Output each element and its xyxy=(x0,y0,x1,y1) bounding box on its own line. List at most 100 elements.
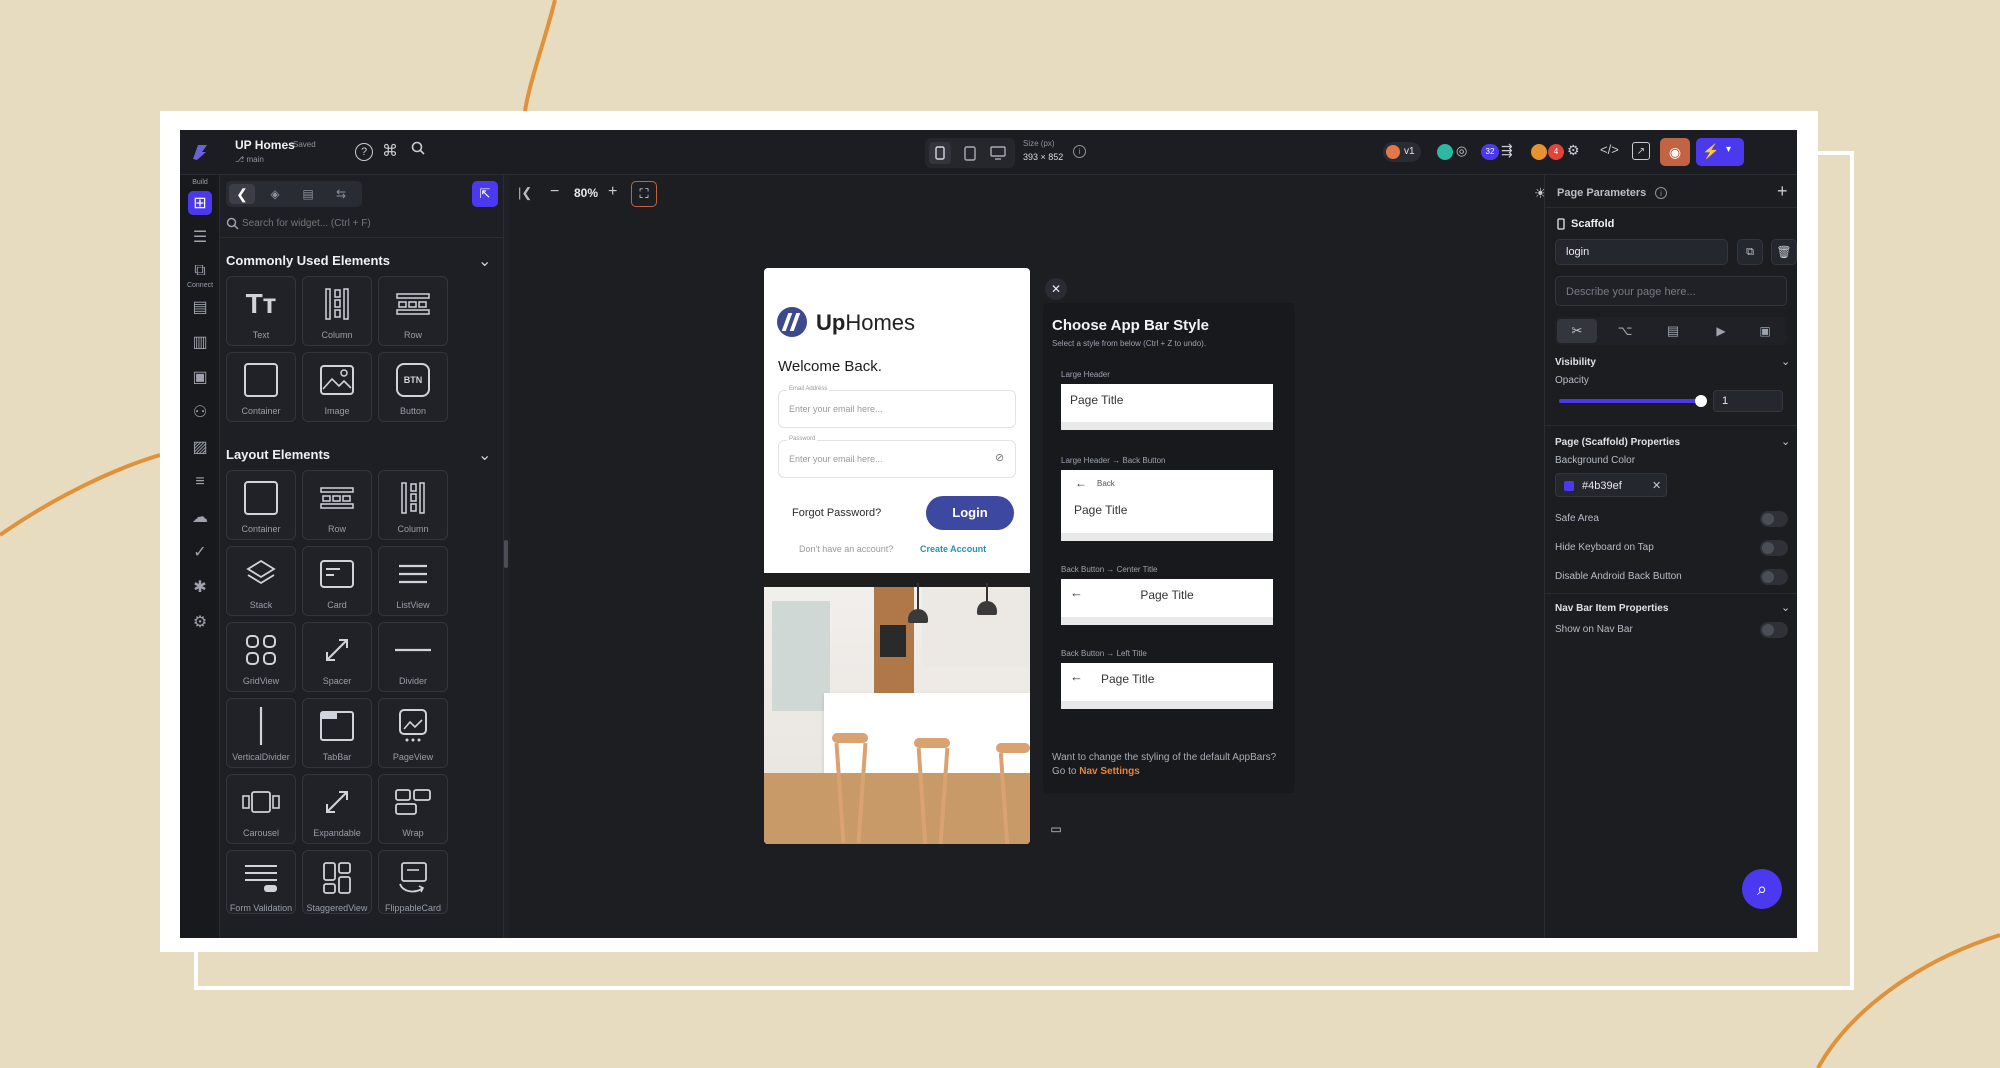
custom-code-icon[interactable]: ⚇ xyxy=(188,400,212,424)
email-field[interactable]: Email Address Enter your email here... xyxy=(778,386,1016,428)
agent-icon[interactable]: ✱ xyxy=(188,575,212,599)
ai-assistant-icon[interactable]: ⌕ xyxy=(1742,869,1782,909)
widget-tile-row[interactable]: Row xyxy=(302,470,372,540)
opacity-value-field[interactable]: 1 xyxy=(1713,390,1783,412)
widget-tile-stack[interactable]: Stack xyxy=(226,546,296,616)
info-icon[interactable]: i xyxy=(1655,187,1667,199)
help-icon[interactable]: ? xyxy=(355,143,373,161)
add-parameter-icon[interactable]: + xyxy=(1777,181,1788,202)
search-icon[interactable] xyxy=(411,141,425,155)
media-assets-icon[interactable]: ▨ xyxy=(188,435,212,459)
preview-device-icon[interactable]: ▭ xyxy=(1046,820,1066,838)
bug-icon[interactable]: ⚙ xyxy=(1567,142,1580,159)
zoom-level[interactable]: 80% xyxy=(574,186,598,200)
widget-tile-form-validation[interactable]: Form Validation xyxy=(226,850,296,914)
templates-icon[interactable]: ▤ xyxy=(296,184,320,204)
storyboard-icon[interactable]: ⧉ xyxy=(188,259,212,283)
phone-device-icon[interactable] xyxy=(929,142,951,164)
docs-tab-icon[interactable]: ▣ xyxy=(1745,319,1785,343)
open-external-icon[interactable]: ↗ xyxy=(1632,142,1650,160)
login-button[interactable]: Login xyxy=(926,496,1014,530)
app-state-icon[interactable]: ▣ xyxy=(188,365,212,389)
opacity-slider[interactable] xyxy=(1559,395,1707,407)
appbar-option-large-header[interactable]: Page Title xyxy=(1061,384,1273,430)
page-description-field[interactable]: Describe your page here... xyxy=(1555,276,1787,306)
appbar-option-large-header-back[interactable]: ← Back Page Title xyxy=(1061,470,1273,541)
widget-tile-wrap[interactable]: Wrap xyxy=(378,774,448,844)
run-button[interactable]: ⚡ ▾ xyxy=(1696,138,1744,166)
widget-tile-carousel[interactable]: Carousel xyxy=(226,774,296,844)
password-field[interactable]: Password Enter your email here... ⊘ xyxy=(778,436,1016,478)
widget-tile-spacer[interactable]: Spacer xyxy=(302,622,372,692)
chat-icon[interactable]: ◎ xyxy=(1456,143,1467,159)
check-status-icon[interactable] xyxy=(1437,144,1453,160)
properties-tab-icon[interactable]: ✂ xyxy=(1557,319,1597,343)
widget-tile-container[interactable]: Container xyxy=(226,352,296,422)
animations-tab-icon[interactable]: ▶ xyxy=(1701,319,1741,343)
orange-status-icon[interactable] xyxy=(1531,144,1547,160)
tablet-device-icon[interactable] xyxy=(959,142,981,164)
forgot-password-link[interactable]: Forgot Password? xyxy=(792,507,881,519)
page-name-field[interactable]: login xyxy=(1555,239,1728,265)
logo-icon[interactable] xyxy=(188,140,212,164)
widget-tile-listview[interactable]: ListView xyxy=(378,546,448,616)
info-icon[interactable]: i xyxy=(1073,145,1086,158)
widget-tile-expandable[interactable]: Expandable xyxy=(302,774,372,844)
show-nav-toggle[interactable] xyxy=(1760,622,1788,638)
widget-tile-flippablecard[interactable]: FlippableCard xyxy=(378,850,448,914)
disable-back-toggle[interactable] xyxy=(1760,569,1788,585)
database-icon[interactable]: ▤ xyxy=(188,295,212,319)
libraries-icon[interactable]: ⇆ xyxy=(329,184,353,204)
opacity-slider-thumb[interactable] xyxy=(1695,395,1707,407)
chevron-down-icon[interactable]: ⌄ xyxy=(478,445,491,465)
copy-icon[interactable]: ⧉ xyxy=(1737,239,1763,265)
safe-area-toggle[interactable] xyxy=(1760,511,1788,527)
widget-tile-tabbar[interactable]: TabBar xyxy=(302,698,372,768)
chevron-down-icon[interactable]: ⌄ xyxy=(1781,355,1790,368)
widget-tile-container[interactable]: Container xyxy=(226,470,296,540)
cloud-icon[interactable]: ☁ xyxy=(188,505,212,529)
code-icon[interactable]: </> xyxy=(1600,142,1619,157)
chevron-down-icon[interactable]: ⌄ xyxy=(1781,435,1790,448)
widget-tile-verticaldivider[interactable]: VerticalDivider xyxy=(226,698,296,768)
widget-tile-gridview[interactable]: GridView xyxy=(226,622,296,692)
fit-screen-icon[interactable]: ⛶ xyxy=(631,181,657,207)
create-account-link[interactable]: Create Account xyxy=(920,544,986,554)
size-value[interactable]: 393 × 852 xyxy=(1023,152,1063,162)
preview-eye-icon[interactable]: ◉ xyxy=(1660,138,1690,166)
branch-label[interactable]: ⎇ main xyxy=(235,155,264,164)
appbar-option-left-title[interactable]: ← Page Title xyxy=(1061,663,1273,709)
back-arrow-icon[interactable]: ❮ xyxy=(229,184,255,204)
command-icon[interactable]: ⌘ xyxy=(382,141,398,161)
theme-icon[interactable]: ≡ xyxy=(188,470,212,494)
zoom-out-icon[interactable]: − xyxy=(550,183,559,201)
api-icon[interactable]: ▥ xyxy=(188,330,212,354)
trash-icon[interactable]: 🗑 xyxy=(1771,239,1797,265)
clear-icon[interactable]: ✕ xyxy=(1652,479,1661,492)
desktop-device-icon[interactable] xyxy=(987,142,1009,164)
widget-tile-image[interactable]: Image xyxy=(302,352,372,422)
errors-badge[interactable]: 4 xyxy=(1548,144,1564,160)
version-pill[interactable]: v1 xyxy=(1383,142,1421,162)
widget-palette-icon[interactable]: ⊞ xyxy=(188,191,212,215)
widget-tile-column[interactable]: Column xyxy=(378,470,448,540)
warnings-icon[interactable]: ⇶ xyxy=(1501,142,1513,159)
close-icon[interactable]: ✕ xyxy=(1045,278,1067,300)
panel-resize-handle[interactable] xyxy=(504,540,508,568)
widget-tile-row[interactable]: Row xyxy=(378,276,448,346)
widget-tile-button[interactable]: BTN Button xyxy=(378,352,448,422)
chevron-down-icon[interactable]: ⌄ xyxy=(478,251,491,271)
chevron-down-icon[interactable]: ⌄ xyxy=(1781,601,1790,614)
background-color-field[interactable]: #4b39ef ✕ xyxy=(1555,473,1667,497)
widget-tile-text[interactable]: Tт Text xyxy=(226,276,296,346)
settings-icon[interactable]: ⚙ xyxy=(188,610,212,634)
collapse-panel-icon[interactable]: ⇱ xyxy=(472,181,498,207)
components-icon[interactable]: ◈ xyxy=(263,184,287,204)
backend-query-tab-icon[interactable]: ▤ xyxy=(1653,319,1693,343)
tests-icon[interactable]: ✓ xyxy=(188,540,212,564)
collapse-left-icon[interactable]: |❮ xyxy=(518,185,532,201)
appbar-option-center-title[interactable]: ← Page Title xyxy=(1061,579,1273,625)
hide-keyboard-toggle[interactable] xyxy=(1760,540,1788,556)
widget-tile-pageview[interactable]: PageView xyxy=(378,698,448,768)
widget-search-input[interactable] xyxy=(242,213,492,233)
